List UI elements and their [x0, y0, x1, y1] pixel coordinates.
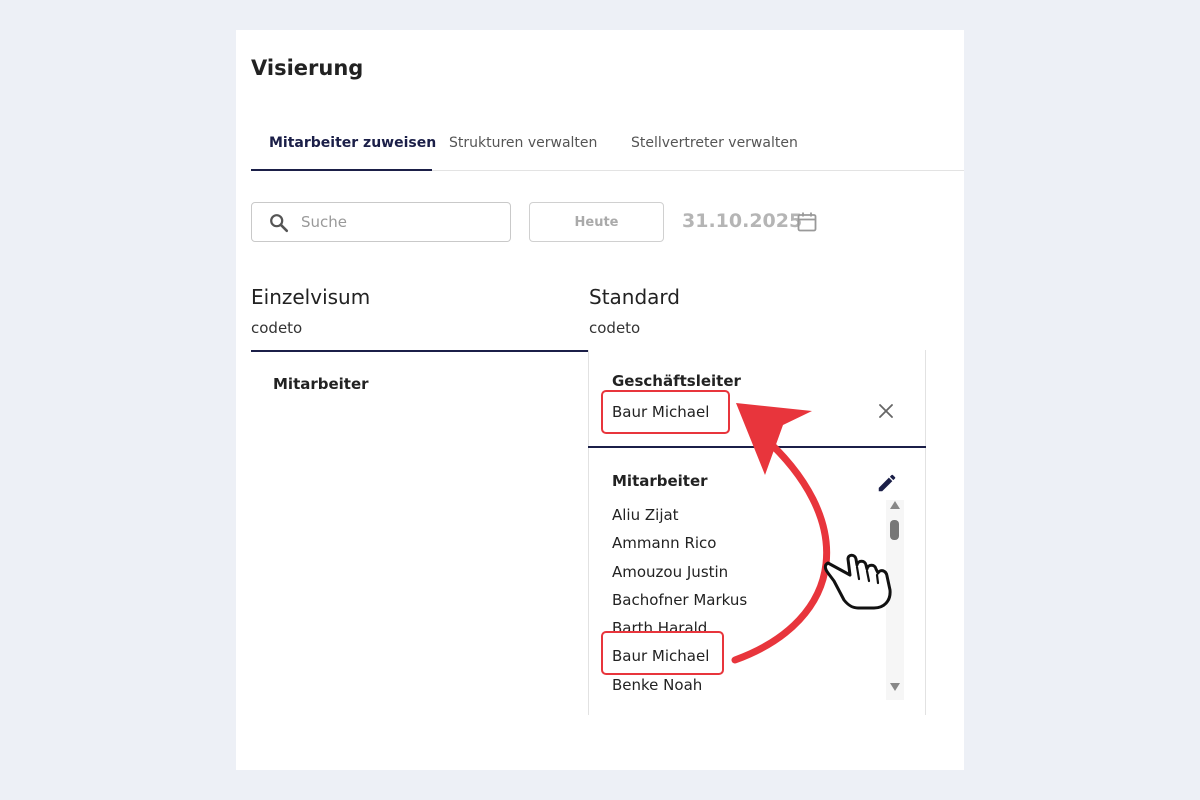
einzelvisum-mitarbeiter-label: Mitarbeiter: [273, 375, 369, 393]
column-divider: [251, 350, 588, 352]
panel-divider: [588, 446, 926, 448]
date-display[interactable]: 31.10.2025: [682, 210, 802, 232]
geschaeftsleiter-label: Geschäftsleiter: [612, 372, 741, 390]
employee-item[interactable]: Aliu Zijat: [612, 504, 882, 532]
search-box[interactable]: [251, 202, 511, 242]
page-title: Visierung: [251, 56, 364, 80]
calendar-icon[interactable]: [795, 210, 819, 234]
visierung-card: Visierung Mitarbeiter zuweisen Strukture…: [236, 30, 964, 770]
tab-bar: Mitarbeiter zuweisen Strukturen verwalte…: [251, 128, 964, 171]
tab-strukturen-verwalten[interactable]: Strukturen verwalten: [449, 128, 597, 171]
scroll-up-arrow-icon[interactable]: [889, 500, 901, 510]
highlight-box-employee: [601, 631, 724, 675]
scrollbar-thumb[interactable]: [890, 520, 899, 540]
search-icon: [270, 214, 289, 233]
search-input[interactable]: [301, 211, 501, 233]
pencil-icon[interactable]: [876, 472, 898, 494]
highlight-box-manager: [601, 390, 730, 434]
standard-subtitle: codeto: [589, 319, 641, 337]
einzelvisum-subtitle: codeto: [251, 319, 303, 337]
close-icon[interactable]: [876, 401, 896, 421]
today-button[interactable]: Heute: [529, 202, 664, 242]
hand-pointer-icon: [823, 553, 892, 610]
einzelvisum-title: Einzelvisum: [251, 285, 371, 309]
standard-title: Standard: [589, 285, 680, 309]
tab-stellvertreter-verwalten[interactable]: Stellvertreter verwalten: [631, 128, 798, 171]
scroll-down-arrow-icon[interactable]: [889, 682, 901, 692]
tab-mitarbeiter-zuweisen[interactable]: Mitarbeiter zuweisen: [251, 128, 436, 171]
employee-item[interactable]: Benke Noah: [612, 674, 882, 702]
mitarbeiter-label: Mitarbeiter: [612, 472, 708, 490]
